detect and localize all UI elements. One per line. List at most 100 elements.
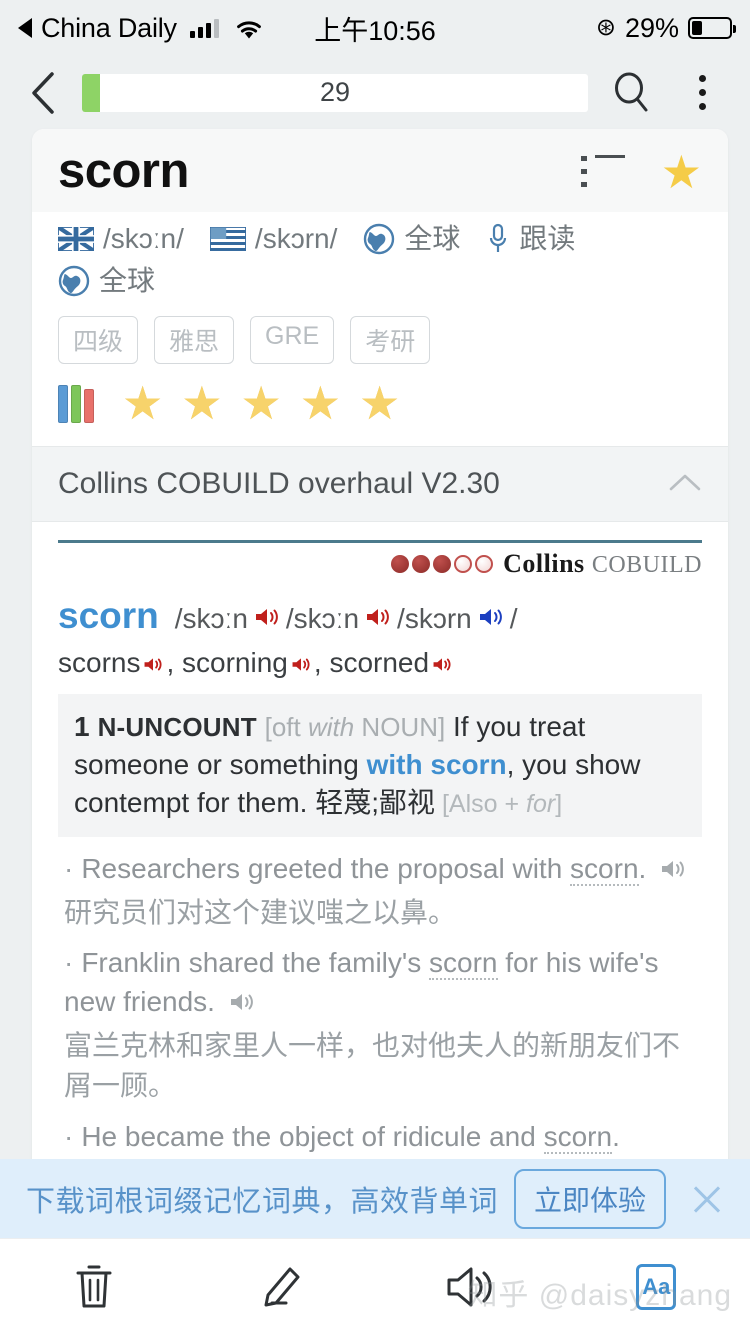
trash-icon xyxy=(76,1265,112,1307)
dictionary-entry: Collins COBUILD scorn /skɔːn /skɔːn /skɔ… xyxy=(32,522,728,1156)
example-item: · Franklin shared the family's scorn for … xyxy=(64,943,702,1107)
speaker-gray-icon[interactable] xyxy=(660,851,686,890)
speaker-red-icon[interactable] xyxy=(365,606,391,633)
entry-ipa-1: /skɔːn xyxy=(174,603,248,634)
gram-post: NOUN] xyxy=(354,712,446,742)
inflection-3: scorned xyxy=(329,647,430,678)
search-button[interactable] xyxy=(606,69,658,117)
global-accent-label-2: 全球 xyxy=(99,265,156,296)
pronunciation-global-1[interactable]: 全球 xyxy=(363,218,460,260)
sense-block-1: 1 N-UNCOUNT [oft with NOUN] If you treat … xyxy=(58,694,702,838)
exam-tag-ielts[interactable]: 雅思 xyxy=(154,316,235,364)
navigation-bar: 29 xyxy=(0,56,750,129)
example-text-before: Researchers greeted the proposal with xyxy=(81,853,571,885)
pronunciation-uk[interactable]: /skɔːn/ xyxy=(58,218,184,260)
us-flag-icon xyxy=(209,227,246,251)
wifi-icon xyxy=(234,17,264,40)
inflection-list: scorns, scorning, scorned xyxy=(58,647,702,680)
delete-button[interactable] xyxy=(0,1262,188,1312)
collins-brand-bold: Collins xyxy=(503,549,585,578)
example-item: · Researchers greeted the proposal with s… xyxy=(64,849,702,933)
entry-ipa-3: /skɔrn xyxy=(397,603,472,634)
search-icon xyxy=(615,72,648,111)
progress-counter-bar[interactable]: 29 xyxy=(82,73,588,112)
example-keyword: scorn xyxy=(570,853,639,887)
status-bar: China Daily 上午10:56 ⊛ 29% xyxy=(0,0,750,56)
bullet-icon: · xyxy=(64,947,74,979)
example-chinese: 富兰克林和家里人一样，也对他夫人的新朋友们不屑一顾。 xyxy=(64,1029,681,1102)
battery-percent-label: 29% xyxy=(624,12,679,43)
collapse-button[interactable] xyxy=(668,471,702,498)
entry-headword: scorn xyxy=(58,595,159,636)
more-menu-button[interactable] xyxy=(676,75,728,110)
example-list: · Researchers greeted the proposal with s… xyxy=(58,837,702,1156)
status-bar-right: ⊛ 29% xyxy=(595,12,736,44)
gram-italic: with xyxy=(307,712,355,742)
microphone-icon xyxy=(490,223,507,252)
back-button[interactable] xyxy=(22,71,64,114)
uk-flag-icon xyxy=(58,227,94,251)
back-chevron-icon xyxy=(32,71,54,114)
progress-value-label: 29 xyxy=(319,77,351,107)
rating-star-1[interactable]: ★ xyxy=(122,380,163,426)
phonetics-row-1: /skɔːn/ /skɔrn/ 全球 跟读 xyxy=(58,218,702,260)
bullet-icon: · xyxy=(64,1120,74,1152)
exam-tag-kaoyan[interactable]: 考研 xyxy=(350,316,431,364)
star-favorite-icon[interactable]: ★ xyxy=(661,149,702,195)
promo-cta-button[interactable]: 立即体验 xyxy=(513,1168,666,1229)
entry-ipa-2: /skɔːn xyxy=(285,603,360,634)
promo-banner: 下载词根词缀记忆词典，高效背单词 立即体验 xyxy=(0,1159,750,1238)
speaker-red-icon[interactable] xyxy=(254,606,280,633)
speaker-red-icon[interactable] xyxy=(143,648,163,679)
also-pre: [Also + xyxy=(435,789,527,818)
exam-tag-cet4[interactable]: 四级 xyxy=(58,316,139,364)
rating-star-3[interactable]: ★ xyxy=(241,380,282,426)
gram-pre: [oft xyxy=(264,712,308,742)
speaker-gray-icon[interactable] xyxy=(229,984,255,1023)
inflection-sep-2: , xyxy=(313,647,330,678)
example-keyword: scorn xyxy=(543,1120,613,1154)
speaker-icon xyxy=(447,1267,492,1306)
example-text-after: . xyxy=(638,853,647,885)
global-accent-label-1: 全球 xyxy=(404,223,461,254)
app-screen: China Daily 上午10:56 ⊛ 29% 29 scorn ★ /sk… xyxy=(0,0,750,1334)
rating-star-2[interactable]: ★ xyxy=(181,380,222,426)
exam-tag-gre[interactable]: GRE xyxy=(250,316,335,364)
example-english: · He became the object of ridicule and sc… xyxy=(64,1117,702,1156)
follow-read-button[interactable]: 跟读 xyxy=(486,218,575,260)
more-vertical-icon xyxy=(683,75,721,110)
font-size-aa-icon: Aa xyxy=(636,1263,677,1310)
collins-brand-light: COBUILD xyxy=(591,552,702,578)
follow-read-label: 跟读 xyxy=(519,223,576,254)
inflection-2: scorning xyxy=(182,647,288,678)
pronunciation-global-2[interactable]: 全球 xyxy=(58,260,155,302)
globe-icon xyxy=(364,223,395,255)
bottom-toolbar: Aa xyxy=(0,1238,750,1334)
example-text-before: He became the object of ridicule and xyxy=(81,1120,544,1152)
rating-star-5[interactable]: ★ xyxy=(359,380,400,426)
pronounce-button[interactable] xyxy=(375,1264,563,1310)
speaker-red-icon[interactable] xyxy=(291,648,311,679)
word-detail-card: scorn ★ /skɔːn/ /skɔrn/ 全球 跟读 全球 四级 雅思 G… xyxy=(32,129,728,1334)
inflection-sep-1: , xyxy=(166,647,183,678)
speaker-red-icon[interactable] xyxy=(432,648,452,679)
edit-note-button[interactable] xyxy=(188,1263,376,1311)
progress-fill xyxy=(82,73,100,112)
books-icon xyxy=(58,383,94,423)
promo-close-button[interactable] xyxy=(690,1182,724,1216)
rating-star-4[interactable]: ★ xyxy=(300,380,341,426)
sense-highlight-phrase: with scorn xyxy=(366,748,507,780)
inflection-1: scorns xyxy=(58,647,141,678)
sense-also-note: [Also + for] xyxy=(435,790,562,818)
word-list-icon[interactable] xyxy=(580,154,625,189)
font-size-button[interactable]: Aa xyxy=(563,1263,750,1310)
pronunciation-us[interactable]: /skɔrn/ xyxy=(209,218,337,260)
sense-grammar-note: [oft with NOUN] xyxy=(265,712,446,742)
speaker-blue-icon[interactable] xyxy=(478,606,504,633)
sense-part-of-speech: N-UNCOUNT xyxy=(97,712,257,742)
status-bar-left[interactable]: China Daily xyxy=(18,13,264,44)
word-card-header: scorn ★ xyxy=(32,129,728,212)
rotation-lock-icon: ⊛ xyxy=(595,14,616,41)
dictionary-section-header[interactable]: Collins COBUILD overhaul V2.30 xyxy=(32,446,728,522)
page-title: scorn xyxy=(58,144,189,198)
